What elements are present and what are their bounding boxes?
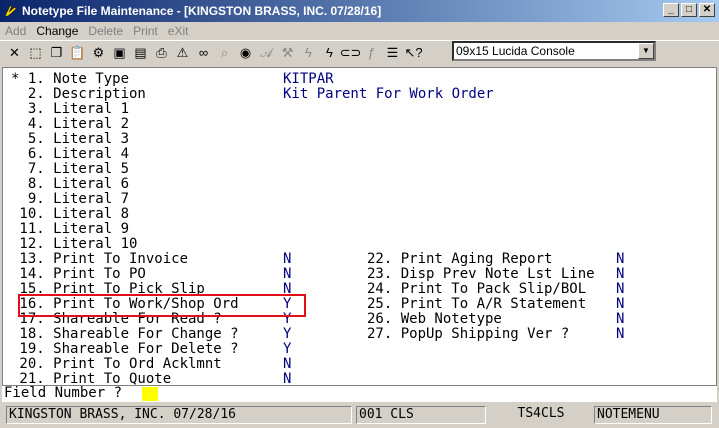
field-value: N	[616, 281, 625, 297]
maximize-button[interactable]: □	[681, 3, 697, 17]
field-value: N	[616, 266, 625, 282]
select-icon[interactable]: ⬚	[25, 42, 46, 63]
field-value: N	[283, 266, 292, 282]
title-bar: Notetype File Maintenance - [KINGSTON BR…	[0, 0, 719, 22]
status-terminal: TS4CLS	[517, 406, 565, 421]
settings-icon[interactable]: ⚙	[88, 42, 109, 63]
field-label: 14. Print To PO	[11, 266, 146, 282]
warning-icon[interactable]: ⚠	[172, 42, 193, 63]
close-button[interactable]: ✕	[699, 3, 715, 17]
app-icon	[4, 5, 17, 17]
cut-icon[interactable]: ✕	[4, 42, 25, 63]
script-icon[interactable]: 𝒜	[256, 42, 277, 63]
field-value: Y	[283, 341, 292, 357]
field-label: 9. Literal 7	[11, 191, 130, 207]
status-menu: NOTEMENU	[594, 406, 712, 424]
field-label: 5. Literal 3	[11, 131, 130, 147]
terminal-screen[interactable]: * 1. Note Type KITPAR 2. Description Kit…	[2, 67, 717, 386]
window-title: Notetype File Maintenance - [KINGSTON BR…	[22, 4, 382, 18]
menu-exit[interactable]: eXit	[163, 24, 194, 38]
copy-icon[interactable]: ❐	[46, 42, 67, 63]
menu-add[interactable]: Add	[0, 24, 31, 38]
field-label: 4. Literal 2	[11, 116, 130, 132]
minimize-button[interactable]: _	[663, 3, 679, 17]
field-value: N	[283, 371, 292, 386]
status-company: KINGSTON BRASS, INC. 07/28/16	[6, 406, 352, 424]
menu-change[interactable]: Change	[31, 24, 83, 38]
input-cursor[interactable]	[142, 387, 158, 401]
status-bar: KINGSTON BRASS, INC. 07/28/16 001 CLS TS…	[0, 402, 719, 428]
field-label: 13. Print To Invoice	[11, 251, 189, 267]
field-value: N	[283, 251, 292, 267]
lightning-icon[interactable]: ϟ	[298, 42, 319, 63]
globe-icon[interactable]: ◉	[235, 42, 256, 63]
highlight-box	[18, 294, 306, 317]
page-icon[interactable]: ▤	[130, 42, 151, 63]
field-label: 10. Literal 8	[11, 206, 130, 222]
function-icon[interactable]: ƒ	[361, 42, 382, 63]
menu-delete[interactable]: Delete	[83, 24, 128, 38]
prompt-bar: Field Number ?	[2, 386, 717, 402]
status-code: 001 CLS	[356, 406, 486, 424]
field-label: 21. Print To Quote	[11, 371, 172, 386]
field-label: 6. Literal 4	[11, 146, 130, 162]
field-value: N	[283, 356, 292, 372]
field-label: 12. Literal 10	[11, 236, 138, 252]
save-icon[interactable]: ▣	[109, 42, 130, 63]
list-icon[interactable]: ☰	[382, 42, 403, 63]
search-icon[interactable]: ⌕	[214, 42, 235, 63]
field-label: 26. Web Notetype	[367, 311, 502, 327]
field-label: 8. Literal 6	[11, 176, 130, 192]
paste-icon[interactable]: 📋	[67, 42, 88, 63]
field-label: 11. Literal 9	[11, 221, 130, 237]
field-label: 19. Shareable For Delete ?	[11, 341, 239, 357]
field-value: Kit Parent For Work Order	[283, 86, 494, 102]
font-select[interactable]: 09x15 Lucida Console ▼	[452, 41, 656, 61]
field-value: N	[616, 326, 625, 342]
field-label: 25. Print To A/R Statement	[367, 296, 587, 312]
field-value: Y	[283, 326, 292, 342]
field-label: 3. Literal 1	[11, 101, 130, 117]
link-icon[interactable]: ⊂⊃	[340, 42, 362, 63]
field-value: N	[616, 311, 625, 327]
field-label: 27. PopUp Shipping Ver ?	[367, 326, 570, 342]
menu-bar: Add Change Delete Print eXit	[0, 22, 719, 40]
field-value: KITPAR	[283, 71, 334, 87]
binoculars-icon[interactable]: ∞	[193, 42, 214, 63]
tools-icon[interactable]: ⚒	[277, 42, 298, 63]
field-label: 22. Print Aging Report	[367, 251, 553, 267]
help-pointer-icon[interactable]: ↖?	[403, 42, 424, 63]
field-label: 24. Print To Pack Slip/BOL	[367, 281, 587, 297]
font-select-value: 09x15 Lucida Console	[456, 44, 575, 58]
macro-icon[interactable]: ϟ	[319, 42, 340, 63]
print-icon[interactable]: ⎙	[151, 42, 172, 63]
field-value: N	[616, 296, 625, 312]
field-label: 20. Print To Ord Acklmnt	[11, 356, 222, 372]
field-label: 18. Shareable For Change ?	[11, 326, 239, 342]
field-label: 7. Literal 5	[11, 161, 130, 177]
field-label: 23. Disp Prev Note Lst Line	[367, 266, 595, 282]
field-value: N	[616, 251, 625, 267]
chevron-down-icon[interactable]: ▼	[638, 43, 654, 59]
menu-print[interactable]: Print	[128, 24, 163, 38]
field-label: * 1. Note Type	[11, 71, 130, 87]
field-number-prompt: Field Number ?	[4, 385, 123, 401]
field-label: 2. Description	[11, 86, 146, 102]
